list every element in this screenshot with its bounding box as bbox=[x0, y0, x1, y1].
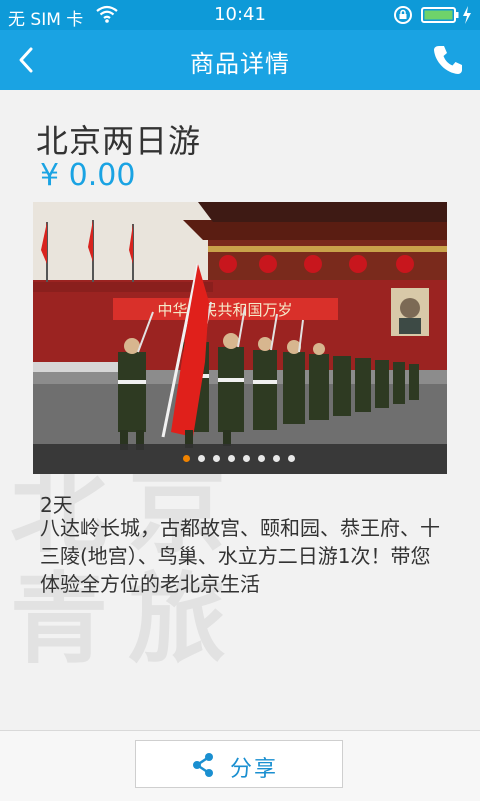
carousel-dot[interactable] bbox=[213, 455, 220, 462]
image-carousel[interactable]: 中华人民共和国万岁 bbox=[33, 202, 447, 474]
product-detail: 北京 青旅 北京两日游 ¥ 0.00 中华人民共和国万岁 2天 八达岭长城，古都… bbox=[0, 90, 480, 730]
share-button[interactable]: 分享 bbox=[135, 740, 343, 788]
share-icon bbox=[193, 753, 213, 777]
carousel-dot[interactable] bbox=[183, 455, 190, 462]
product-price: ¥ 0.00 bbox=[40, 158, 136, 193]
carousel-dot[interactable] bbox=[243, 455, 250, 462]
phone-icon[interactable] bbox=[430, 42, 466, 78]
bottom-bar: 分享 bbox=[0, 730, 480, 801]
carousel-dots bbox=[183, 455, 303, 463]
carousel-dot[interactable] bbox=[273, 455, 280, 462]
share-label: 分享 bbox=[230, 757, 279, 782]
carousel-dot[interactable] bbox=[258, 455, 265, 462]
battery-icon bbox=[421, 7, 459, 23]
charging-icon bbox=[463, 6, 471, 24]
status-bar: 无 SIM 卡 10:41 bbox=[0, 0, 480, 30]
nav-bar: 商品详情 bbox=[0, 30, 480, 90]
carousel-dot[interactable] bbox=[288, 455, 295, 462]
rotation-lock-icon bbox=[394, 6, 412, 24]
product-title: 北京两日游 bbox=[36, 122, 202, 160]
page-title: 商品详情 bbox=[190, 50, 290, 78]
carousel-dot[interactable] bbox=[198, 455, 205, 462]
carousel-indicator-bar bbox=[33, 444, 447, 474]
banner-text: 中华人民共和国万岁 bbox=[157, 301, 292, 319]
carousel-dot[interactable] bbox=[228, 455, 235, 462]
tour-description: 八达岭长城，古都故宫、颐和园、恭王府、十三陵(地宫）、鸟巢、水立方二日游1次！带… bbox=[40, 516, 440, 596]
carousel-image: 中华人民共和国万岁 bbox=[33, 202, 447, 474]
